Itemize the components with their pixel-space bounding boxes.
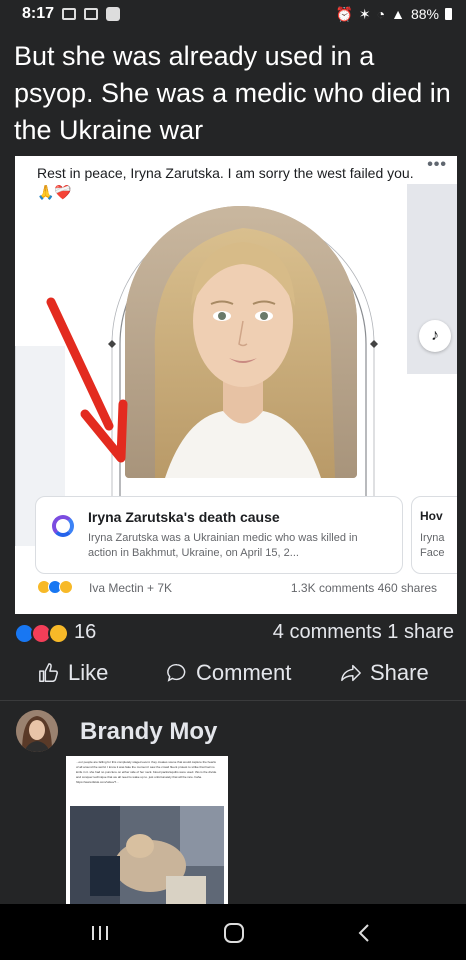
shared-post-stats: Iva Mectin + 7K 1.3K comments 460 shares <box>37 578 437 598</box>
recent-apps-icon <box>92 926 108 940</box>
system-nav-bar <box>0 904 466 960</box>
share-button[interactable]: Share <box>340 660 429 686</box>
shared-post-card[interactable]: Rest in peace, Iryna Zarutska. I am sorr… <box>15 156 457 614</box>
red-arrow-annotation <box>46 297 128 463</box>
home-button[interactable] <box>214 918 254 948</box>
portrait-photo[interactable] <box>125 206 357 478</box>
wifi-icon: ◔ <box>376 6 386 22</box>
more-options-icon[interactable]: ••• <box>427 156 447 174</box>
action-bar: Like Comment Share <box>0 656 466 696</box>
haha-reaction-icon <box>48 623 69 644</box>
comment-author[interactable]: Brandy Moy <box>80 718 217 746</box>
shared-reaction-names[interactable]: Iva Mectin + 7K <box>89 581 172 595</box>
like-button[interactable]: Like <box>38 660 108 686</box>
mail-icon <box>84 8 99 20</box>
battery-level: 88% <box>410 6 439 22</box>
comment-attachment-image[interactable]: ...our people are falling for this compl… <box>66 756 228 906</box>
post-text: But she was already used in a psyop. She… <box>14 41 451 145</box>
link2-description: Iryna Face <box>420 532 445 559</box>
thumbs-up-icon <box>39 663 58 682</box>
status-time: 8:17 <box>22 5 55 22</box>
care-reaction-icon <box>59 580 73 594</box>
vibrate-icon: ✶ <box>358 5 371 22</box>
comments-shares-count[interactable]: 4 comments 1 share <box>273 621 454 644</box>
link-preview-card-2[interactable]: Hov Iryna Face <box>411 496 457 574</box>
avatar[interactable] <box>16 710 58 752</box>
comment-label: Comment <box>196 660 292 685</box>
link-description: Iryna Zarutska was a Ukrainian medic who… <box>88 532 358 559</box>
attachment-photo <box>70 806 224 906</box>
reaction-count[interactable]: 16 <box>74 621 96 644</box>
link-title: Iryna Zarutska's death cause <box>88 509 280 525</box>
back-icon <box>358 924 369 942</box>
like-label: Like <box>68 660 109 685</box>
share-icon <box>341 664 361 682</box>
comment-icon <box>167 664 186 682</box>
home-icon <box>224 923 244 943</box>
attachment-text: ...our people are falling for this compl… <box>76 760 217 784</box>
messenger-icon <box>106 7 121 21</box>
link-preview-card[interactable]: Iryna Zarutska's death cause Iryna Zarut… <box>35 496 403 574</box>
status-bar: 8:17 ⏰ ✶ ◔ ▲ 88% <box>0 0 466 28</box>
shared-reaction-icons <box>37 580 73 594</box>
post-stats: 16 4 comments 1 share <box>14 621 454 647</box>
share-label: Share <box>370 660 429 685</box>
divider <box>0 700 466 701</box>
reaction-icons[interactable] <box>14 623 69 644</box>
recent-apps-button[interactable] <box>80 918 120 948</box>
music-icon[interactable]: ♪ <box>419 320 451 352</box>
back-button[interactable] <box>344 918 384 948</box>
signal-icon: ▲ <box>391 6 405 22</box>
alarm-icon: ⏰ <box>335 5 353 22</box>
comment-button[interactable]: Comment <box>166 660 291 686</box>
battery-icon <box>445 8 452 20</box>
ai-logo-icon <box>52 515 74 537</box>
link2-title: Hov <box>420 509 443 523</box>
shared-post-counts[interactable]: 1.3K comments 460 shares <box>291 581 437 595</box>
notification-icon <box>62 8 77 20</box>
shared-post-caption: Rest in peace, Iryna Zarutska. I am sorr… <box>37 165 414 200</box>
